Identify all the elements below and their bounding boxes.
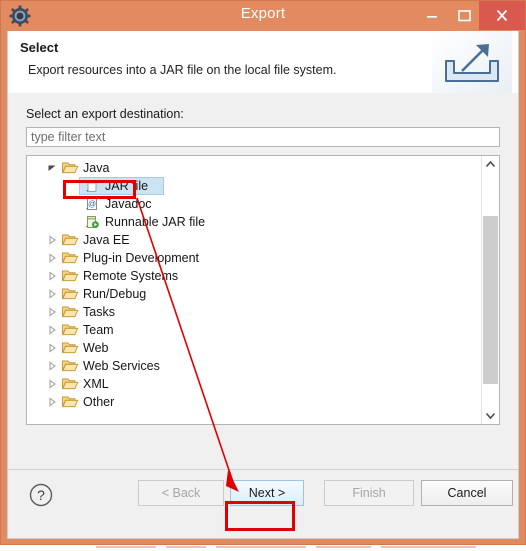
triangle-right-icon[interactable] <box>45 267 59 285</box>
triangle-right-icon[interactable] <box>45 357 59 375</box>
page-title: Select <box>20 40 59 55</box>
svg-text:@: @ <box>88 199 96 208</box>
scrollbar-thumb[interactable] <box>483 216 498 384</box>
close-button[interactable] <box>479 1 525 30</box>
tree-item-label: Javadoc <box>105 197 152 211</box>
open-folder-icon <box>61 393 79 411</box>
help-button[interactable]: ? <box>28 482 54 508</box>
tree-item-runnable-jar-file[interactable]: Runnable JAR file <box>27 213 482 231</box>
export-destination-tree[interactable]: Java JAR file @ Javadoc Runnable JAR file Jav… <box>26 155 500 425</box>
open-folder-icon <box>61 231 79 249</box>
tree-item-label: Web Services <box>83 359 160 373</box>
tree-item-label: Remote Systems <box>83 269 179 283</box>
open-folder-icon <box>61 321 79 339</box>
close-icon <box>496 9 508 22</box>
triangle-right-icon[interactable] <box>45 321 59 339</box>
maximize-button[interactable] <box>449 1 479 30</box>
svg-text:?: ? <box>37 487 45 503</box>
destination-section: Select an export destination: Java JAR fi… <box>8 93 518 469</box>
minimize-icon <box>427 16 437 18</box>
tree-item-team[interactable]: Team <box>27 321 482 339</box>
triangle-right-icon[interactable] <box>45 231 59 249</box>
tree-item-label: Team <box>83 323 114 337</box>
dialog-client-area: Select Export resources into a JAR file … <box>7 31 519 539</box>
tree-item-xml[interactable]: XML <box>27 375 482 393</box>
open-folder-icon <box>61 267 79 285</box>
open-folder-icon <box>61 285 79 303</box>
open-folder-icon <box>61 303 79 321</box>
dialog-footer: ? < Back Next > Finish Cancel <box>8 469 518 538</box>
tree-item-label: Java EE <box>83 233 130 247</box>
jar-file-icon <box>83 177 101 195</box>
title-bar[interactable]: Export <box>1 1 525 31</box>
desktop-background-sliver <box>0 545 526 551</box>
help-icon: ? <box>29 483 53 507</box>
tree-item-java[interactable]: Java <box>27 159 482 177</box>
chevron-up-icon[interactable] <box>482 156 499 173</box>
tree-item-javadoc[interactable]: @ Javadoc <box>27 195 482 213</box>
taskbar-pattern <box>96 546 476 548</box>
tree-item-java-ee[interactable]: Java EE <box>27 231 482 249</box>
tree-item-web-services[interactable]: Web Services <box>27 357 482 375</box>
tree-item-remote-systems[interactable]: Remote Systems <box>27 267 482 285</box>
export-dialog-window: Export Select Export resources into a JA… <box>0 0 526 545</box>
filter-input[interactable] <box>26 127 500 147</box>
tree-item-jar-file[interactable]: JAR file <box>27 177 482 195</box>
triangle-right-icon[interactable] <box>45 303 59 321</box>
tree-item-label: Java <box>83 161 110 175</box>
minimize-button[interactable] <box>417 1 447 30</box>
wizard-banner: Select Export resources into a JAR file … <box>8 31 518 94</box>
triangle-right-icon[interactable] <box>45 339 59 357</box>
tree-item-label: Tasks <box>83 305 115 319</box>
tree-item-label: Runnable JAR file <box>105 215 206 229</box>
maximize-icon <box>458 10 471 22</box>
tree-item-tasks[interactable]: Tasks <box>27 303 482 321</box>
export-wizard-icon <box>432 31 512 93</box>
triangle-right-icon[interactable] <box>45 375 59 393</box>
tree-item-run-debug[interactable]: Run/Debug <box>27 285 482 303</box>
triangle-right-icon[interactable] <box>45 249 59 267</box>
javadoc-icon: @ <box>83 195 101 213</box>
tree-item-label: XML <box>83 377 109 391</box>
open-folder-icon <box>61 357 79 375</box>
next-button[interactable]: Next > <box>230 480 304 506</box>
tree-item-label: Other <box>83 395 115 409</box>
tree-scrollbar[interactable] <box>481 156 499 424</box>
open-folder-icon <box>61 375 79 393</box>
runnable-jar-file-icon <box>83 213 101 231</box>
page-description: Export resources into a JAR file on the … <box>28 63 337 77</box>
tree-item-plug-in-development[interactable]: Plug-in Development <box>27 249 482 267</box>
tree-item-label: Run/Debug <box>83 287 147 301</box>
back-button[interactable]: < Back <box>138 480 224 506</box>
triangle-down-icon[interactable] <box>45 159 59 177</box>
tree-item-web[interactable]: Web <box>27 339 482 357</box>
open-folder-icon <box>61 249 79 267</box>
tree-item-label: JAR file <box>105 179 149 193</box>
destination-label: Select an export destination: <box>26 107 184 121</box>
tree-item-label: Plug-in Development <box>83 251 200 265</box>
finish-button[interactable]: Finish <box>324 480 414 506</box>
triangle-right-icon[interactable] <box>45 393 59 411</box>
triangle-right-icon[interactable] <box>45 285 59 303</box>
open-folder-icon <box>61 159 79 177</box>
tree-rows-container: Java JAR file @ Javadoc Runnable JAR file Jav… <box>27 159 482 411</box>
chevron-down-icon[interactable] <box>482 407 499 424</box>
tree-item-other[interactable]: Other <box>27 393 482 411</box>
tree-item-label: Web <box>83 341 109 355</box>
open-folder-icon <box>61 339 79 357</box>
cancel-button[interactable]: Cancel <box>421 480 513 506</box>
